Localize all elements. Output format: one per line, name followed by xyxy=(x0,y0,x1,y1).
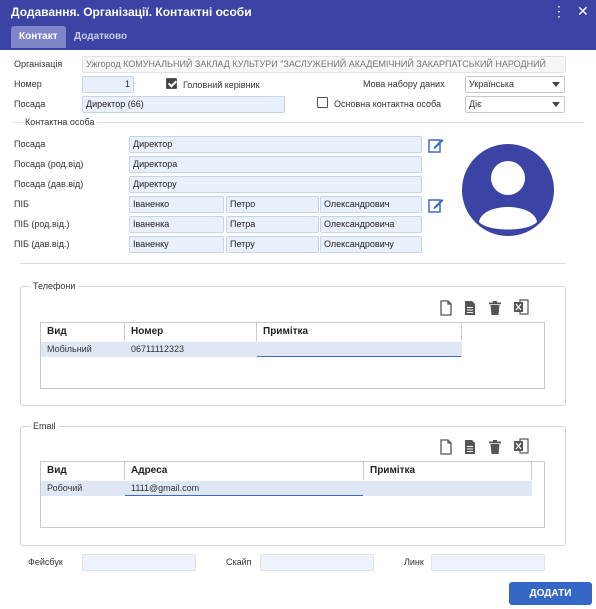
table-row[interactable]: Мобільний 06711112323 xyxy=(41,342,462,357)
new-file-icon[interactable] xyxy=(438,439,454,455)
contact-section-divider xyxy=(14,122,584,123)
firstname-field[interactable]: Петро xyxy=(226,196,319,213)
surname-gen-field[interactable]: Іваненка xyxy=(129,216,224,233)
edit-position-icon[interactable] xyxy=(428,137,444,153)
chevron-down-icon xyxy=(552,102,560,107)
trash-icon[interactable] xyxy=(487,300,503,316)
excel-icon[interactable] xyxy=(513,299,529,315)
main-contact-checkbox[interactable] xyxy=(317,97,328,108)
email-grid: Вид Адреса Примітка Робочий 1111@gmail.c… xyxy=(40,461,545,528)
facebook-label: Фейсбук xyxy=(28,557,63,567)
pib-dat-label: ПІБ (дав.від.) xyxy=(14,239,70,249)
skype-label: Скайп xyxy=(226,557,252,567)
new-file-icon[interactable] xyxy=(438,300,454,316)
skype-field[interactable] xyxy=(260,554,374,571)
tab-contact[interactable]: Контакт xyxy=(11,26,66,48)
status-value: Діє xyxy=(469,99,482,109)
phones-legend: Телефони xyxy=(30,281,79,291)
facebook-field[interactable] xyxy=(82,554,196,571)
more-vertical-icon[interactable]: ⋮ xyxy=(552,3,566,20)
link-field[interactable] xyxy=(431,554,545,571)
pib-gen-label: ПІБ (род.від.) xyxy=(14,219,70,229)
pib-label: ПІБ xyxy=(14,199,29,209)
contact-position-gen-label: Посада (род.від) xyxy=(14,159,84,169)
firstname-dat-field[interactable]: Петру xyxy=(226,236,319,253)
patronymic-gen-field[interactable]: Олександровича xyxy=(320,216,422,233)
document-icon[interactable] xyxy=(462,439,478,455)
email-type-cell[interactable]: Робочий xyxy=(41,481,125,496)
contact-position-field[interactable]: Директор xyxy=(129,136,422,153)
position-label: Посада xyxy=(14,99,46,109)
tab-additional[interactable]: Додатково xyxy=(66,26,135,48)
email-address-cell[interactable]: 1111@gmail.com xyxy=(125,481,363,496)
add-button[interactable]: ДОДАТИ xyxy=(509,582,592,605)
title-bar: Додавання. Організації. Контактні особи … xyxy=(0,0,596,24)
email-legend: Email xyxy=(30,421,59,431)
table-row[interactable]: Робочий 1111@gmail.com xyxy=(41,481,532,496)
patronymic-dat-field[interactable]: Олександровичу xyxy=(320,236,422,253)
status-select[interactable]: Діє xyxy=(465,96,565,113)
contact-position-dat-field[interactable]: Директору xyxy=(129,176,422,193)
main-contact-label: Основна контактна особа xyxy=(334,99,441,109)
tab-bar: Контакт Додатково xyxy=(0,24,596,50)
trash-icon[interactable] xyxy=(487,439,503,455)
contact-position-gen-field[interactable]: Директора xyxy=(129,156,422,173)
phones-col-number[interactable]: Номер xyxy=(125,323,257,341)
avatar xyxy=(462,144,554,236)
email-note-cell[interactable] xyxy=(364,481,532,496)
edit-name-icon[interactable] xyxy=(428,197,444,213)
contact-position-dat-label: Посада (дав.від) xyxy=(14,179,84,189)
window-title: Додавання. Організації. Контактні особи xyxy=(11,5,252,19)
language-value: Українська xyxy=(469,79,515,89)
chevron-down-icon xyxy=(552,82,560,87)
email-col-address[interactable]: Адреса xyxy=(125,462,364,480)
contact-person-legend: Контактна особа xyxy=(22,117,98,127)
head-label: Головний керівник xyxy=(183,80,260,90)
phones-col-type[interactable]: Вид xyxy=(41,323,125,341)
close-icon[interactable]: ✕ xyxy=(577,3,589,20)
email-col-note[interactable]: Примітка xyxy=(364,462,532,480)
position-field[interactable]: Директор (66) xyxy=(82,96,285,113)
phone-number-cell[interactable]: 06711112323 xyxy=(125,342,257,357)
surname-field[interactable]: Іваненко xyxy=(129,196,224,213)
head-checkbox[interactable] xyxy=(166,78,177,89)
email-col-type[interactable]: Вид xyxy=(41,462,125,480)
phone-type-cell[interactable]: Мобільний xyxy=(41,342,125,357)
organization-label: Організація xyxy=(14,59,63,69)
phone-note-cell[interactable] xyxy=(257,342,461,357)
number-label: Номер xyxy=(14,79,42,89)
contact-position-label: Посада xyxy=(14,139,46,149)
phones-grid: Вид Номер Примітка Мобільний 06711112323 xyxy=(40,322,545,389)
user-icon xyxy=(479,161,537,230)
language-select[interactable]: Українська xyxy=(465,76,565,93)
language-label: Мова набору даних xyxy=(363,79,445,89)
number-field[interactable]: 1 xyxy=(82,76,134,93)
document-icon[interactable] xyxy=(462,300,478,316)
organization-field[interactable]: Ужгород КОМУНАЛЬНИЙ ЗАКЛАД КУЛЬТУРИ "ЗАС… xyxy=(82,56,566,73)
phones-col-note[interactable]: Примітка xyxy=(257,323,462,341)
surname-dat-field[interactable]: Іваненку xyxy=(129,236,224,253)
excel-icon[interactable] xyxy=(513,438,529,454)
patronymic-field[interactable]: Олександрович xyxy=(320,196,422,213)
section-divider xyxy=(20,263,566,264)
link-label: Линк xyxy=(404,557,424,567)
firstname-gen-field[interactable]: Петра xyxy=(226,216,319,233)
